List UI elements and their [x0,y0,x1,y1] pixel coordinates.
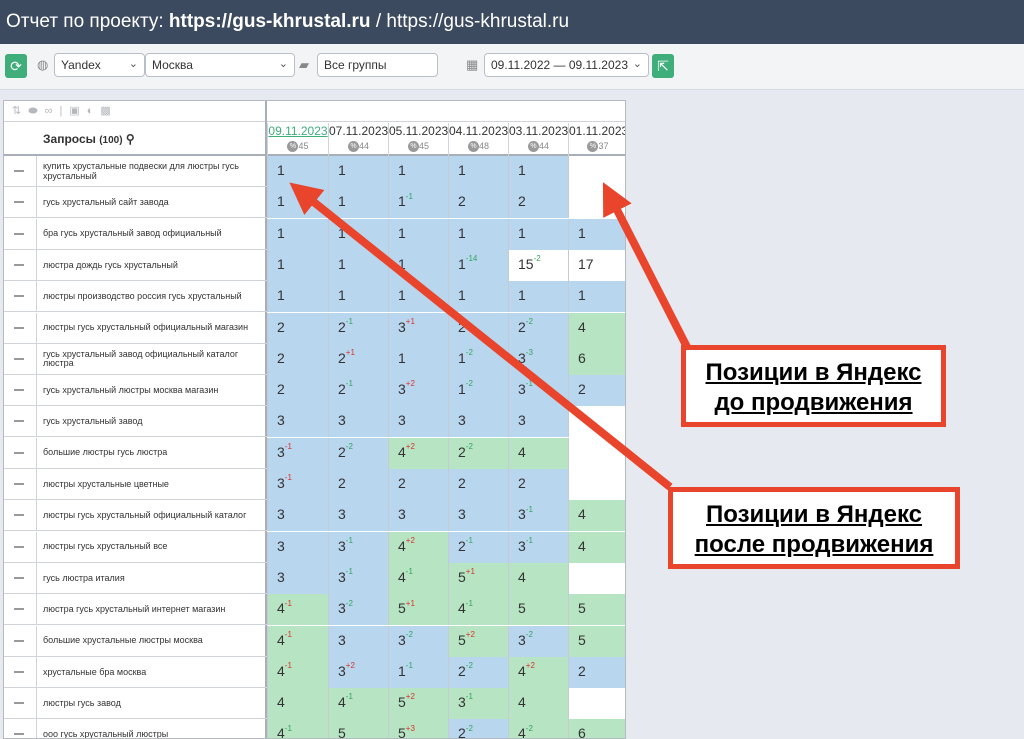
callout-before-line1: Позиции в Яндекс [705,359,922,386]
callout-before: Позиции в Яндекс до продвижения [681,345,946,427]
callout-after-line1: Позиции в Яндекс [706,501,922,528]
callout-after-line2: после продвижения [694,531,934,558]
callout-after: Позиции в Яндекс после продвижения [668,487,960,569]
arrow-to-after [289,182,673,491]
callout-before-line2: до продвижения [714,389,913,416]
arrow-to-before [602,182,692,351]
